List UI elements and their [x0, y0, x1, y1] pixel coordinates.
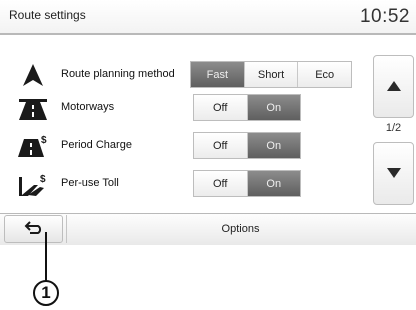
setting-label: Route planning method [61, 68, 175, 80]
navigation-arrow-icon [16, 62, 50, 88]
route-settings-screen: Route settings 10:52 Route planning meth… [0, 0, 416, 245]
scroll-down-button[interactable] [373, 142, 414, 205]
page-title: Route settings [9, 8, 86, 22]
options-button[interactable]: Options [66, 215, 414, 243]
page-indicator: 1/2 [385, 122, 402, 134]
setting-row-per-use-toll: $ Per-use Toll Off On [0, 166, 360, 202]
period-charge-icon: $ [16, 133, 50, 159]
setting-label: Per-use Toll [61, 177, 119, 189]
option-eco[interactable]: Eco [298, 62, 352, 87]
callout-line [45, 232, 47, 282]
svg-text:$: $ [40, 174, 46, 185]
callout-number: 1 [33, 280, 59, 306]
setting-label: Period Charge [61, 139, 132, 151]
header-bar: Route settings 10:52 [0, 0, 416, 35]
back-button[interactable] [4, 215, 63, 243]
clock: 10:52 [359, 6, 410, 27]
option-off[interactable]: Off [194, 95, 248, 120]
arrow-down-icon [386, 165, 401, 183]
motorway-icon [16, 95, 50, 121]
option-off[interactable]: Off [194, 133, 248, 158]
svg-text:$: $ [41, 135, 47, 146]
per-use-toll-toggle: Off On [193, 170, 301, 197]
setting-row-period-charge: $ Period Charge Off On [0, 128, 360, 164]
option-off[interactable]: Off [194, 171, 248, 196]
toll-road-icon: $ [16, 171, 50, 197]
setting-row-route-planning: Route planning method Fast Short Eco [0, 57, 360, 93]
scroll-up-button[interactable] [373, 55, 414, 118]
option-fast[interactable]: Fast [191, 62, 245, 87]
route-method-selector: Fast Short Eco [190, 61, 352, 88]
period-charge-toggle: Off On [193, 132, 301, 159]
option-on[interactable]: On [247, 171, 300, 196]
back-arrow-icon [24, 220, 44, 239]
option-on[interactable]: On [247, 133, 300, 158]
motorways-toggle: Off On [193, 94, 301, 121]
option-short[interactable]: Short [244, 62, 299, 87]
setting-row-motorways: Motorways Off On [0, 90, 360, 126]
option-on[interactable]: On [247, 95, 300, 120]
setting-label: Motorways [61, 101, 115, 113]
arrow-up-icon [386, 78, 401, 96]
